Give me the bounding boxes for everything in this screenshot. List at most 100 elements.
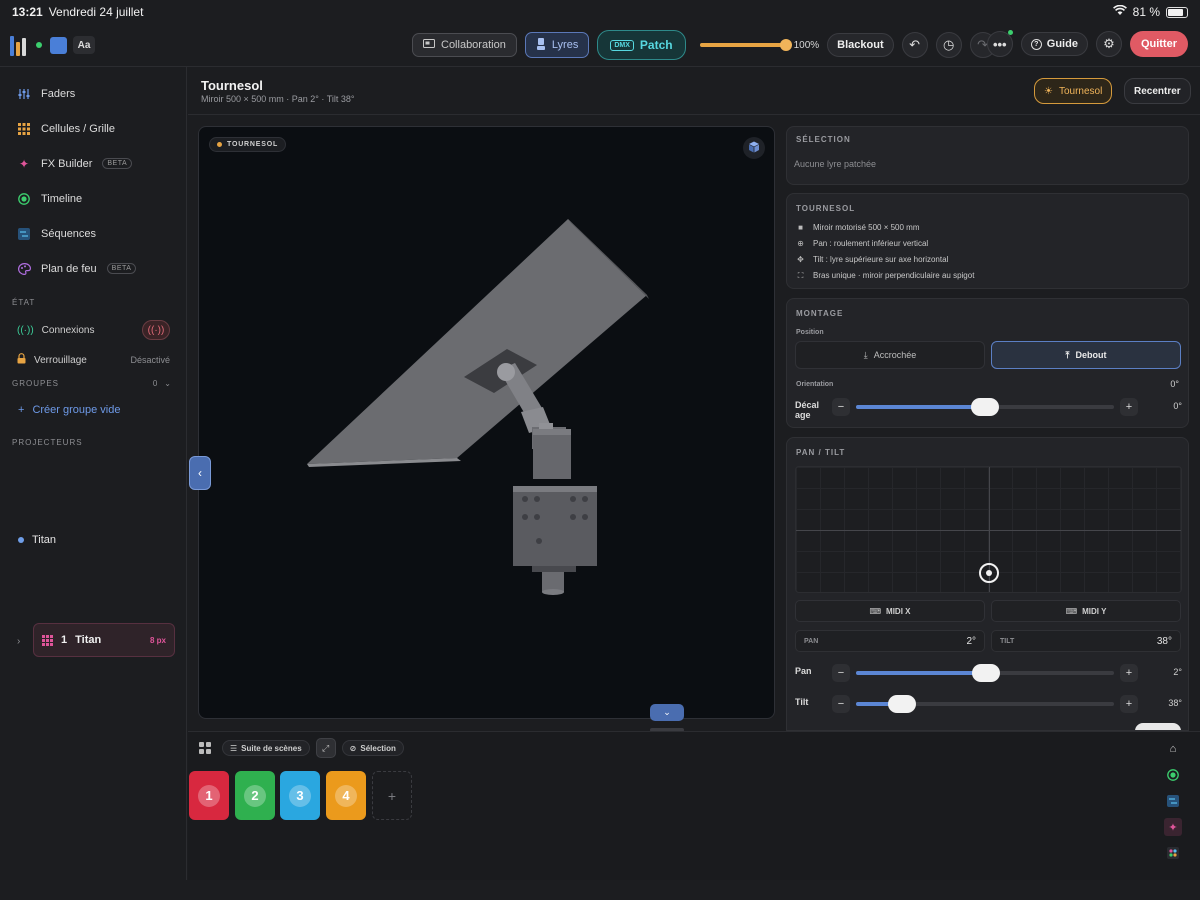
sidebar-item-lighting-plan[interactable]: Plan de feu BETA xyxy=(0,251,186,286)
fixture-name: Titan xyxy=(75,634,102,646)
status-date: Vendredi 24 juillet xyxy=(48,5,144,19)
guide-button[interactable]: ? Guide xyxy=(1020,32,1088,56)
sequence-dock-icon[interactable] xyxy=(1164,792,1182,810)
tilt-readout[interactable]: TILT 38° xyxy=(991,630,1181,652)
battery-icon xyxy=(1166,6,1188,18)
patch-button[interactable]: DMX Patch xyxy=(597,30,686,60)
selection-tab[interactable]: ⊘ Sélection xyxy=(341,740,404,756)
selection-heading: SÉLECTION xyxy=(796,135,851,144)
collapse-sidebar-button[interactable]: ‹ xyxy=(189,456,211,490)
pad-target-handle[interactable] xyxy=(978,563,999,584)
pan-readout[interactable]: PAN 2° xyxy=(795,630,985,652)
create-group-button[interactable]: + Créer groupe vide xyxy=(0,396,186,424)
screen-share-icon xyxy=(423,38,435,52)
sidebar-item-faders[interactable]: Faders xyxy=(0,76,186,111)
pan-slider-value: 2° xyxy=(1173,667,1182,677)
feature-item: ⊕ Pan : roulement inférieur vertical xyxy=(796,239,928,248)
offset-label: Décal age xyxy=(795,400,820,420)
scene-button-2[interactable]: 2 xyxy=(235,771,275,820)
recenter-button[interactable]: Recentrer xyxy=(1124,78,1191,104)
sidebar-item-sequences[interactable]: Séquences xyxy=(0,216,186,251)
master-slider-knob[interactable] xyxy=(779,39,792,51)
scene-suite-label: Suite de scènes xyxy=(241,743,302,753)
sidebar-item-label: Plan de feu xyxy=(41,262,97,275)
blackout-button[interactable]: Blackout xyxy=(827,33,894,57)
groups-header[interactable]: GROUPES 0 ⌄ xyxy=(0,379,186,388)
undo-icon: ↶ xyxy=(909,37,921,52)
scene-suite-tab[interactable]: ☰ Suite de scènes xyxy=(222,740,310,756)
lyres-label: Lyres xyxy=(551,39,579,51)
undo-button[interactable]: ↶ xyxy=(901,32,928,58)
sidebar-item-label: FX Builder xyxy=(41,157,93,170)
scene-button-1[interactable]: 1 xyxy=(189,771,229,820)
expand-button[interactable]: ⤢ xyxy=(315,738,336,758)
slider-knob[interactable] xyxy=(972,664,1001,682)
chevron-right-icon[interactable]: › xyxy=(17,636,20,647)
pan-readout-value: 2° xyxy=(966,636,976,647)
color-swatch-button[interactable] xyxy=(50,36,67,54)
standing-button[interactable]: ⤒ Debout xyxy=(991,341,1181,369)
connections-button[interactable]: ((·)) xyxy=(142,320,170,340)
master-level-label: 100% xyxy=(793,39,820,51)
master-slider[interactable] xyxy=(699,39,792,51)
app-logo-icon[interactable] xyxy=(10,34,32,56)
lock-row[interactable]: Verrouillage Désactivé xyxy=(0,345,186,375)
tournesol-button[interactable]: ☀ Tournesol xyxy=(1034,78,1113,104)
frame-icon: ⛶ xyxy=(797,270,804,280)
settings-button[interactable]: ⚙ xyxy=(1095,31,1122,57)
more-button[interactable]: ••• xyxy=(986,30,1013,57)
sidebar-item-cells[interactable]: Cellules / Grille xyxy=(0,111,186,146)
sparkle-dock-icon[interactable]: ✦ xyxy=(1164,818,1182,836)
sidebar-item-timeline[interactable]: Timeline xyxy=(0,181,186,216)
lock-icon xyxy=(17,353,26,367)
history-button[interactable]: ◷ xyxy=(935,32,962,58)
page-title: Tournesol xyxy=(201,78,263,93)
offset-slider[interactable] xyxy=(856,398,1114,416)
offset-increase-button[interactable]: + xyxy=(1120,398,1138,416)
pan-tilt-pad[interactable] xyxy=(795,466,1182,593)
plus-icon: + xyxy=(18,404,25,416)
scene-bar: ☰ Suite de scènes ⤢ ⊘ Sélection 1 2 3 4 … xyxy=(188,731,1200,880)
lyres-button[interactable]: Lyres xyxy=(524,32,590,58)
quit-button[interactable]: Quitter xyxy=(1129,31,1188,57)
fixture-info-card: TOURNESOL ■ Miroir motorisé 500 × 500 mm … xyxy=(786,193,1189,289)
midi-y-button[interactable]: ⌨ MIDI Y xyxy=(991,600,1181,622)
tilt-increase-button[interactable]: + xyxy=(1120,695,1138,713)
collapse-bottom-button[interactable]: ⌄ xyxy=(650,704,684,721)
font-size-button[interactable]: Aa xyxy=(73,36,95,54)
3d-viewport[interactable]: TOURNESOL xyxy=(198,126,775,719)
groups-heading: GROUPES xyxy=(12,379,60,388)
unlock-icon[interactable]: ⌂ xyxy=(1164,740,1182,758)
scene-button-4[interactable]: 4 xyxy=(326,771,366,820)
page-subtitle: Miroir 500 × 500 mm · Pan 2° · Tilt 38° xyxy=(201,94,355,104)
antenna-icon: ((·)) xyxy=(17,324,34,336)
tilt-decrease-button[interactable]: − xyxy=(832,695,850,713)
slider-knob[interactable] xyxy=(888,695,917,713)
tilt-slider[interactable] xyxy=(856,695,1114,713)
palette-icon xyxy=(17,262,31,276)
scene-grid-button[interactable] xyxy=(194,737,216,759)
pan-slider[interactable] xyxy=(856,664,1114,682)
create-group-label: Créer groupe vide xyxy=(32,404,121,416)
pan-decrease-button[interactable]: − xyxy=(832,664,850,682)
sidebar-item-fx-builder[interactable]: ✦ FX Builder BETA xyxy=(0,146,186,181)
palette-dock-icon[interactable] xyxy=(1164,844,1182,862)
connections-row: ((·)) Connexions ((·)) xyxy=(0,315,186,345)
pan-increase-button[interactable]: + xyxy=(1120,664,1138,682)
slider-knob[interactable] xyxy=(971,398,999,416)
fixture-group-card[interactable]: 1 Titan 8 px xyxy=(33,623,175,657)
offset-decrease-button[interactable]: − xyxy=(832,398,850,416)
partial-toggle[interactable] xyxy=(1135,723,1181,730)
hung-button[interactable]: ⤓ Accrochée xyxy=(795,341,985,369)
midi-x-button[interactable]: ⌨ MIDI X xyxy=(795,600,985,622)
add-scene-button[interactable]: + xyxy=(372,771,412,820)
projector-item[interactable]: Titan xyxy=(18,534,56,546)
check-circle-icon: ⊘ xyxy=(349,743,357,753)
feature-text: Pan : roulement inférieur vertical xyxy=(813,239,929,248)
history-icon: ◷ xyxy=(942,37,955,52)
arrow-up-icon: ⤒ xyxy=(1065,349,1070,360)
scene-button-3[interactable]: 3 xyxy=(280,771,320,820)
collaboration-button[interactable]: Collaboration xyxy=(412,33,517,57)
timeline-dock-icon[interactable] xyxy=(1164,766,1182,784)
projectors-heading: PROJECTEURS xyxy=(12,438,83,447)
